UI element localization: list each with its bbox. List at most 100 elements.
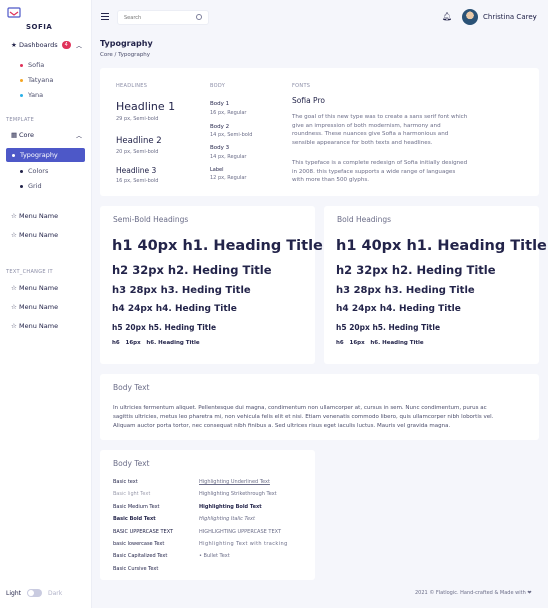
- sidebar-item-core[interactable]: ▦ Core ︿: [0, 128, 92, 142]
- sidebar-subitem-yana[interactable]: Yana: [20, 91, 43, 99]
- basic-capitalized-text: Basic Capitalized Text: [113, 553, 168, 559]
- text-line: roundness. These nuances give Sofia a ha…: [292, 131, 449, 137]
- heading-text: h6. Heading Title: [370, 340, 424, 346]
- bold-headings-card: Bold Headings h1 40px h1. Heading Title …: [324, 206, 547, 364]
- semibold-h2-sample: h2 32px h2. Heding Title: [112, 263, 272, 277]
- star-icon: ★: [11, 41, 17, 49]
- star-outline-icon: ☆: [11, 284, 17, 292]
- section-title-template: TEMPLATE: [6, 117, 35, 123]
- heading-tag: h1: [336, 238, 357, 254]
- heading-size: 24px: [127, 304, 153, 314]
- search-box: [117, 10, 209, 25]
- search-icon[interactable]: [196, 14, 202, 20]
- highlight-bold-text: Highlighting Bold Text: [199, 504, 262, 510]
- body-1-sample: Body 1: [210, 101, 230, 107]
- heading-tag: h6: [336, 340, 344, 346]
- semibold-h4-sample: h4 24px h4. Heding Title: [112, 304, 237, 314]
- text-line: In ultricies fermentum aliquet. Pellente…: [113, 405, 487, 411]
- sidebar-item-menu[interactable]: ☆ Menu Name: [0, 209, 92, 223]
- highlight-uppercase-text: HIGHLIGHTING UPPERCASE TEXT: [199, 529, 282, 535]
- headline-2-meta: 20 px, Semi-bold: [116, 149, 159, 155]
- notification-badge: 4: [61, 41, 71, 49]
- headlines-label: HEADLINES: [116, 83, 148, 89]
- bell-icon[interactable]: 🔔︎: [442, 12, 452, 21]
- heading-text: h6. Heading Title: [146, 340, 200, 346]
- heading-size: 24px: [351, 304, 377, 314]
- heading-tag: h5: [112, 323, 123, 332]
- sidebar-item-label: Core: [19, 131, 35, 139]
- body-text-card: Body Text In ultricies fermentum aliquet…: [100, 374, 539, 440]
- chevron-down-icon[interactable]: ⌄: [532, 13, 537, 20]
- sidebar-subitem-label: Typography: [20, 151, 58, 159]
- text-line: sagittis ultricies, metus leo pharetra m…: [113, 414, 494, 420]
- text-line: The goal of this new type was to create …: [292, 114, 468, 120]
- brand-name: SOFIA: [26, 23, 53, 31]
- headline-2-sample: Headline 2: [116, 136, 162, 146]
- body-text-styles-card: Body Text Basic text Basic light Text Ba…: [100, 450, 315, 580]
- sidebar-item-menu[interactable]: ☆ Menu Name: [0, 281, 92, 295]
- body-3-sample: Body 3: [210, 145, 230, 151]
- heading-text: h1. Heading Title: [406, 238, 547, 254]
- heading-text: h3. Heding Title: [384, 285, 475, 296]
- text-line: sensible appearance for both texts and h…: [292, 139, 433, 146]
- bullet-dot: [20, 184, 23, 188]
- hamburger-menu-icon[interactable]: [101, 13, 109, 20]
- theme-switcher: Light Dark: [6, 589, 62, 597]
- star-outline-icon: ☆: [11, 303, 17, 311]
- heading-size: 40px: [137, 238, 178, 254]
- heading-tag: h1: [112, 238, 133, 254]
- heading-size: 28px: [129, 285, 158, 296]
- heading-tag: h4: [112, 304, 125, 314]
- heading-text: h2. Heding Title: [391, 263, 496, 277]
- heading-tag: h4: [336, 304, 349, 314]
- search-input[interactable]: [118, 11, 190, 24]
- sidebar-subitem-sofia[interactable]: Sofia: [20, 61, 44, 69]
- avatar[interactable]: [462, 9, 478, 25]
- sidebar-subitem-label: Tatyana: [28, 76, 54, 84]
- sidebar-item-menu[interactable]: ☆ Menu Name: [0, 228, 92, 242]
- sidebar-subitem-typography[interactable]: Typography: [6, 148, 85, 162]
- body-label: BODY: [210, 83, 226, 89]
- basic-text: Basic text: [113, 479, 138, 485]
- sidebar-subitem-colors[interactable]: Colors: [20, 167, 48, 175]
- label-meta: 12 px, Regular: [210, 175, 247, 181]
- semibold-h1-sample: h1 40px h1. Heading Title: [112, 238, 323, 254]
- heading-tag: h2: [336, 263, 353, 277]
- bullet-dot: [20, 93, 23, 97]
- theme-light-label: Light: [6, 589, 21, 597]
- theme-toggle[interactable]: [26, 589, 42, 597]
- basic-light-text: Basic light Text: [113, 491, 151, 497]
- sidebar-subitem-tatyana[interactable]: Tatyana: [20, 76, 53, 84]
- font-description-2: This typeface is a complete redesign of …: [292, 159, 532, 185]
- heading-size: 32px: [356, 263, 388, 277]
- sidebar-item-menu[interactable]: ☆ Menu Name: [0, 300, 92, 314]
- heading-tag: h5: [336, 323, 347, 332]
- basic-lowercase-text: basic lowercase Text: [113, 541, 165, 547]
- card-title: Body Text: [113, 383, 150, 392]
- heading-size: 16px: [125, 340, 141, 346]
- heading-size: 28px: [353, 285, 382, 296]
- bold-h2-sample: h2 32px h2. Heding Title: [336, 263, 496, 277]
- sidebar-subitem-label: Grid: [28, 182, 42, 190]
- highlight-tracking-text: Highlighting Text with tracking: [199, 541, 288, 547]
- text-line: in 2008. this typeface supports a wide r…: [292, 168, 456, 175]
- heading-text: h5. Heding Title: [148, 323, 217, 332]
- heading-tag: h3: [336, 285, 351, 296]
- heading-size: 32px: [132, 263, 164, 277]
- bold-h4-sample: h4 24px h4. Heding Title: [336, 304, 461, 314]
- top-header: 🔔︎ Christina Carey ⌄: [92, 0, 548, 34]
- star-outline-icon: ☆: [11, 322, 17, 330]
- user-name[interactable]: Christina Carey: [483, 13, 537, 21]
- heading-size: 16px: [349, 340, 365, 346]
- bullet-item: • Bullet Text: [199, 553, 230, 559]
- sidebar-item-label: Menu Name: [19, 212, 59, 220]
- body-1-meta: 16 px, Regular: [210, 110, 247, 116]
- sidebar-item-dashboards[interactable]: ★ Dashboards 4 ︿: [0, 38, 92, 52]
- fonts-label: FONTS: [292, 83, 311, 89]
- sidebar-item-menu[interactable]: ☆ Menu Name: [0, 319, 92, 333]
- basic-medium-text: Basic Medium Text: [113, 504, 160, 510]
- sidebar-subitem-grid[interactable]: Grid: [20, 182, 42, 190]
- breadcrumb[interactable]: Core / Typography: [100, 52, 150, 58]
- bold-h1-sample: h1 40px h1. Heading Title: [336, 238, 547, 254]
- chevron-up-icon: ︿: [75, 132, 82, 140]
